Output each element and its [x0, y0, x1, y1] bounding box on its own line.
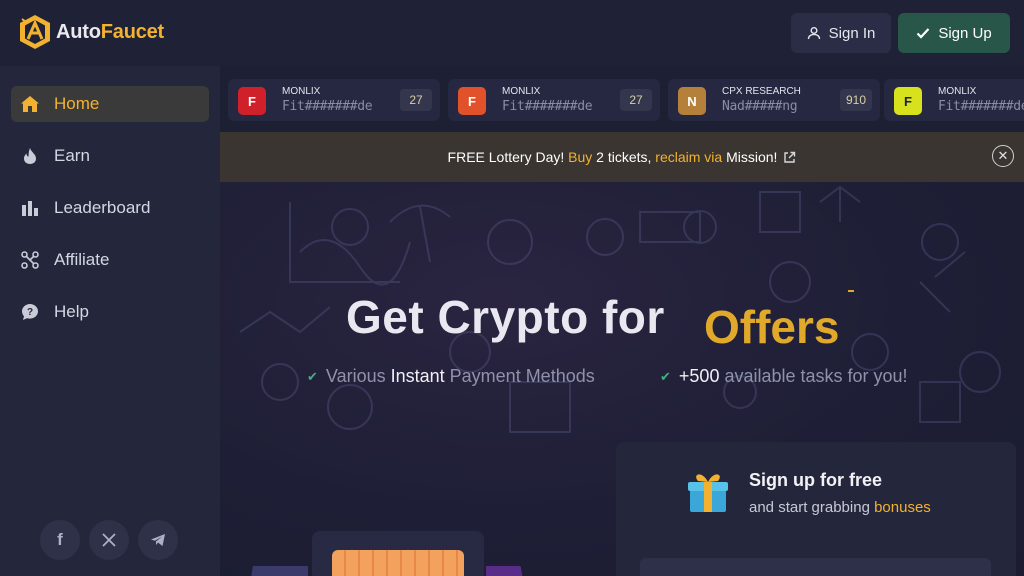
reward-count: 27	[400, 89, 432, 111]
home-icon	[20, 94, 40, 114]
bar-chart-icon	[20, 198, 40, 218]
sidebar: Home Earn Leaderboard Affiliate ? Help f	[0, 66, 220, 576]
ticker-card[interactable]: F MONLIX Fit#######de 27	[448, 79, 660, 121]
buy-link[interactable]: Buy	[568, 149, 592, 165]
telegram-icon	[151, 534, 165, 546]
sidebar-item-label: Help	[54, 302, 89, 321]
sign-up-button[interactable]: Sign Up	[898, 13, 1010, 53]
sign-in-button[interactable]: Sign In	[791, 13, 891, 53]
signup-card: Sign up for free and start grabbing bonu…	[616, 442, 1016, 576]
sidebar-item-affiliate[interactable]: Affiliate	[11, 242, 209, 278]
telegram-button[interactable]	[138, 520, 178, 560]
x-button[interactable]	[89, 520, 129, 560]
reward-count: 27	[620, 89, 652, 111]
offerwall-badge: F	[894, 87, 922, 115]
promo-card-left	[228, 566, 308, 576]
offerwall-name: MONLIX	[502, 86, 541, 97]
ticker-card[interactable]: F MONLIX Fit#######de 27	[228, 79, 440, 121]
svg-text:?: ?	[27, 307, 33, 318]
logo[interactable]: AutoFaucet	[18, 13, 164, 51]
offerwall-name: MONLIX	[938, 86, 977, 97]
masked-username: Fit#######de	[938, 99, 1024, 114]
banner-text: FREE Lottery Day! Buy 2 tickets, reclaim…	[447, 149, 778, 165]
top-bar: AutoFaucet Sign In Sign Up	[0, 0, 1024, 66]
email-field[interactable]	[640, 558, 991, 576]
offerwall-name: MONLIX	[282, 86, 321, 97]
hero-section: Get Crypto for Offers ✔ Various Instant …	[220, 182, 1024, 576]
signup-title: Sign up for free	[749, 470, 883, 490]
logo-text: AutoFaucet	[56, 20, 165, 43]
check-icon: ✔	[307, 368, 318, 384]
lottery-banner: FREE Lottery Day! Buy 2 tickets, reclaim…	[220, 132, 1024, 182]
masked-username: Fit#######de	[282, 99, 373, 114]
close-icon[interactable]: ✕	[992, 145, 1014, 167]
hero-title: Get Crypto for	[346, 291, 665, 343]
user-icon	[807, 27, 820, 40]
network-icon	[20, 250, 40, 270]
sign-up-label: Sign Up	[938, 24, 992, 42]
ticker-card[interactable]: F MONLIX Fit#######de	[884, 79, 1024, 121]
reward-count: 910	[839, 89, 872, 111]
hero-highlight: Offers	[704, 301, 840, 353]
gift-icon	[688, 474, 728, 512]
masked-username: Nad#####ng	[722, 99, 798, 114]
hero-accent-dash	[848, 290, 854, 292]
masked-username: Fit#######de	[502, 99, 593, 114]
help-icon: ?	[20, 302, 40, 322]
sidebar-item-label: Affiliate	[54, 250, 110, 269]
ticker-card[interactable]: N CPX RESEARCH Nad#####ng 910	[668, 79, 880, 121]
promo-image	[332, 550, 464, 576]
check-icon: ✔	[660, 368, 671, 384]
fire-icon	[20, 146, 40, 166]
x-icon	[102, 533, 116, 547]
sidebar-item-help[interactable]: ? Help	[11, 294, 209, 330]
sidebar-item-label: Leaderboard	[54, 198, 151, 217]
offerwall-name: CPX RESEARCH	[722, 86, 801, 97]
logo-icon	[20, 15, 50, 49]
reclaim-link[interactable]: reclaim via	[655, 149, 722, 165]
sidebar-item-home[interactable]: Home	[11, 86, 209, 122]
earnings-ticker: F MONLIX Fit#######de 27 F MONLIX Fit###…	[220, 66, 1024, 132]
sidebar-item-label: Home	[54, 94, 100, 113]
promo-card-right	[486, 566, 546, 576]
sidebar-item-earn[interactable]: Earn	[11, 138, 209, 174]
sign-in-label: Sign In	[828, 24, 876, 42]
offerwall-badge: F	[458, 87, 486, 115]
sidebar-item-leaderboard[interactable]: Leaderboard	[11, 190, 209, 226]
sidebar-item-label: Earn	[54, 146, 90, 165]
feature-tasks: ✔ +500 available tasks for you!	[660, 366, 908, 386]
offerwall-badge: F	[238, 87, 266, 115]
check-icon	[917, 28, 930, 39]
signup-subtitle: and start grabbing bonuses	[749, 499, 931, 516]
facebook-button[interactable]: f	[40, 520, 80, 560]
external-link-icon[interactable]	[783, 151, 796, 164]
offerwall-badge: N	[678, 87, 706, 115]
feature-payment-methods: ✔ Various Instant Payment Methods	[307, 366, 595, 386]
facebook-icon: f	[57, 530, 63, 549]
